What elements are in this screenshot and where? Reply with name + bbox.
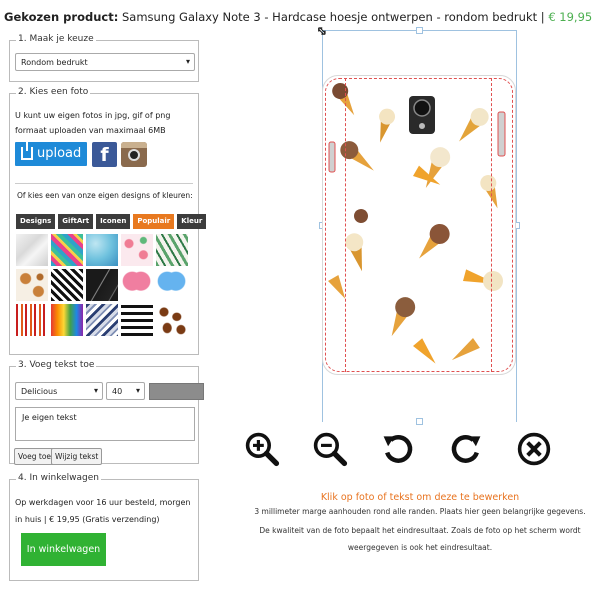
step2-title: 2. Kies een foto — [16, 87, 91, 97]
font-select[interactable]: Delicious ▾ — [15, 382, 103, 400]
design-thumbnail-croissant-pattern[interactable] — [16, 269, 48, 301]
design-thumbnail-rainbow-drip[interactable] — [51, 304, 83, 336]
custom-text-placeholder: Je eigen tekst — [22, 413, 77, 422]
design-thumbnail-brush-stripes[interactable] — [121, 304, 153, 336]
design-thumbnail-tropical-leaves[interactable] — [51, 234, 83, 266]
step4-title: 4. In winkelwagen — [16, 473, 101, 483]
chevron-down-icon: ▾ — [135, 386, 140, 395]
design-thumbnail-blue-heart[interactable] — [156, 269, 188, 301]
step3-panel: 3. Voeg tekst toe Delicious ▾ 40 ▾ Je ei… — [9, 360, 204, 465]
design-category-tabs: Designs GiftArt Iconen Populair Kleur — [16, 214, 207, 229]
step3-title: 3. Voeg tekst toe — [16, 360, 97, 370]
upload-icon — [21, 141, 33, 160]
print-margin-outline — [325, 78, 513, 372]
add-text-button[interactable]: Voeg toe — [14, 448, 56, 465]
tab-populair[interactable]: Populair — [133, 214, 175, 229]
header-separator: | — [540, 10, 545, 24]
quality-note: De kwaliteit van de foto bepaalt het ein… — [259, 526, 581, 552]
design-thumbnail-paint-drip[interactable] — [16, 304, 48, 336]
add-to-cart-button[interactable]: In winkelwagen — [21, 533, 106, 566]
fold-line-right — [491, 78, 492, 372]
resize-handle[interactable] — [416, 418, 423, 425]
instagram-icon[interactable] — [121, 142, 147, 167]
design-thumbnail-palm-leaves[interactable] — [156, 234, 188, 266]
zoom-out-icon[interactable] — [308, 430, 351, 468]
tab-iconen[interactable]: Iconen — [96, 214, 131, 229]
step1-title: 1. Maak je keuze — [16, 34, 96, 44]
product-name: Samsung Galaxy Note 3 - Hardcase hoesje … — [121, 10, 538, 24]
phone-case-preview[interactable] — [322, 75, 516, 375]
design-thumbnail-black-marble[interactable] — [86, 269, 118, 301]
resize-arrow-icon[interactable]: ⇔ — [312, 22, 330, 40]
tab-kleur[interactable]: Kleur — [177, 214, 207, 229]
edit-text-button[interactable]: Wijzig tekst — [51, 448, 103, 465]
tab-designs[interactable]: Designs — [16, 214, 56, 229]
print-type-select[interactable]: Rondom bedrukt ▾ — [15, 53, 195, 71]
upload-button[interactable]: upload — [15, 141, 87, 166]
print-type-value: Rondom bedrukt — [21, 58, 88, 67]
step2-panel: 2. Kies een foto U kunt uw eigen fotos i… — [9, 87, 207, 355]
chevron-down-icon: ▾ — [185, 57, 190, 66]
zoom-in-icon[interactable] — [240, 430, 283, 468]
design-thumbnail-marble-white[interactable] — [16, 234, 48, 266]
divider — [15, 183, 193, 184]
custom-text-input[interactable]: Je eigen tekst — [15, 407, 195, 441]
rotate-right-icon[interactable] — [444, 430, 487, 468]
design-thumbnail-flamingo-pattern[interactable] — [121, 234, 153, 266]
resize-handle[interactable] — [416, 27, 423, 34]
font-size-select[interactable]: 40 ▾ — [106, 382, 145, 400]
product-price: € 19,95 — [548, 10, 593, 24]
design-thumbnail-pink-heart[interactable] — [121, 269, 153, 301]
design-thumbnail-chevron-bw[interactable] — [51, 269, 83, 301]
delivery-info: Op werkdagen voor 16 uur besteld, morgen… — [15, 498, 191, 524]
font-value: Delicious — [21, 387, 58, 396]
text-color-picker[interactable] — [149, 383, 204, 400]
step4-panel: 4. In winkelwagen Op werkdagen voor 16 u… — [9, 473, 199, 581]
step1-panel: 1. Maak je keuze Rondom bedrukt ▾ — [9, 34, 199, 82]
edit-hint: Klik op foto of tekst om deze te bewerke… — [320, 492, 520, 503]
product-header: Gekozen product: Samsung Galaxy Note 3 -… — [4, 10, 592, 24]
header-label: Gekozen product: — [4, 10, 119, 24]
upload-label: upload — [37, 146, 82, 161]
margin-note: 3 millimeter marge aanhouden rond alle r… — [254, 507, 586, 516]
fold-line-left — [345, 78, 346, 372]
design-thumbnail-blue-watercolor[interactable] — [86, 234, 118, 266]
design-thumbnail-blue-chevron[interactable] — [86, 304, 118, 336]
font-size-value: 40 — [112, 387, 123, 396]
chevron-down-icon: ▾ — [93, 386, 98, 395]
delete-icon[interactable] — [512, 430, 555, 468]
design-thumbnail-grid — [16, 234, 188, 336]
tab-giftart[interactable]: GiftArt — [58, 214, 94, 229]
designs-label: Of kies een van onze eigen designs of kl… — [17, 191, 193, 200]
rotate-left-icon[interactable] — [376, 430, 419, 468]
design-thumbnail-coffee-beans[interactable] — [156, 304, 188, 336]
facebook-icon[interactable]: f — [92, 142, 117, 167]
editor-toolbar — [240, 430, 555, 468]
